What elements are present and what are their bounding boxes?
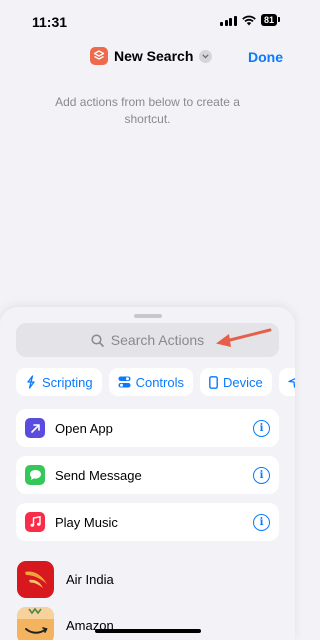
category-label: Scripting bbox=[42, 374, 93, 390]
device-icon bbox=[209, 375, 218, 389]
scripting-icon bbox=[27, 375, 35, 389]
battery-icon: 81 bbox=[260, 14, 281, 26]
app-row-amazon[interactable]: Amazon bbox=[17, 606, 279, 640]
action-open-app[interactable]: Open App i bbox=[16, 409, 279, 447]
action-label: Send Message bbox=[55, 467, 142, 483]
status-icons: 81 bbox=[220, 14, 281, 26]
app-name: Air India bbox=[66, 571, 114, 587]
status-time: 11:31 bbox=[32, 14, 68, 30]
nav-bar: New Search Done bbox=[0, 44, 295, 72]
music-note-icon bbox=[25, 512, 45, 532]
app-row-air-india[interactable]: Air India bbox=[17, 560, 279, 598]
shortcuts-app-icon bbox=[90, 47, 108, 65]
action-send-message[interactable]: Send Message i bbox=[16, 456, 279, 494]
open-app-arrow-icon bbox=[25, 418, 45, 438]
search-placeholder: Search Actions bbox=[110, 332, 205, 348]
air-india-logo-icon bbox=[17, 560, 54, 598]
info-icon[interactable]: i bbox=[253, 419, 270, 437]
home-indicator bbox=[95, 629, 201, 633]
category-chip-location[interactable] bbox=[278, 368, 295, 396]
category-label: Device bbox=[223, 374, 263, 390]
actions-sheet: Search Actions Scripting Controls Device… bbox=[0, 307, 295, 640]
controls-icon bbox=[118, 376, 131, 388]
action-label: Open App bbox=[55, 420, 113, 436]
wifi-icon bbox=[242, 15, 256, 25]
page-title: New Search bbox=[114, 48, 194, 64]
category-chip-scripting[interactable]: Scripting bbox=[16, 368, 102, 396]
status-bar: 11:31 81 bbox=[0, 0, 295, 40]
message-bubble-icon bbox=[25, 465, 45, 485]
category-chip-device[interactable]: Device bbox=[200, 368, 272, 396]
category-chips: Scripting Controls Device bbox=[16, 368, 295, 396]
chevron-down-icon bbox=[199, 49, 213, 63]
category-label: Controls bbox=[135, 374, 184, 390]
cellular-signal-icon bbox=[220, 15, 237, 26]
amazon-logo-icon bbox=[17, 606, 54, 640]
empty-state-hint: Add actions from below to create a short… bbox=[55, 95, 240, 126]
category-chip-controls[interactable]: Controls bbox=[108, 368, 193, 396]
sheet-grabber[interactable] bbox=[134, 314, 162, 318]
action-label: Play Music bbox=[55, 514, 118, 530]
shortcut-title-menu[interactable]: New Search bbox=[90, 47, 213, 65]
annotation-arrow-icon bbox=[216, 328, 272, 347]
info-icon[interactable]: i bbox=[253, 466, 270, 484]
location-arrow-icon bbox=[288, 377, 295, 388]
done-button[interactable]: Done bbox=[248, 49, 283, 65]
search-icon bbox=[91, 333, 104, 347]
action-play-music[interactable]: Play Music i bbox=[16, 503, 279, 541]
info-icon[interactable]: i bbox=[253, 513, 270, 531]
